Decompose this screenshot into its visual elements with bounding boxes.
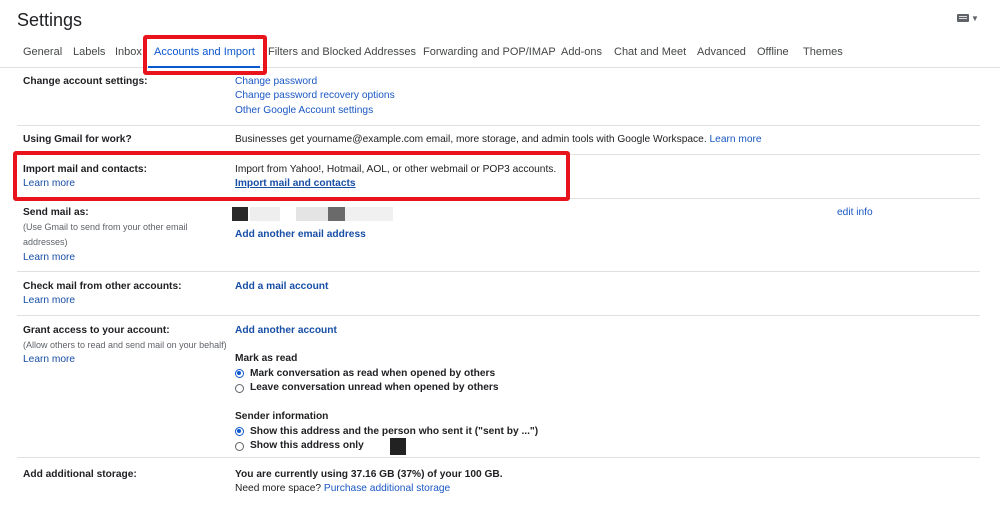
leave-unread-radio[interactable] bbox=[235, 384, 244, 393]
tab-chat-and-meet[interactable]: Chat and Meet bbox=[614, 46, 686, 58]
send-as-subtext-1: (Use Gmail to send from your other email bbox=[23, 222, 188, 232]
redacted-name bbox=[250, 207, 280, 221]
divider bbox=[17, 125, 980, 126]
show-sent-by-radio[interactable] bbox=[235, 427, 244, 436]
storage-label: Add additional storage: bbox=[23, 469, 137, 480]
tab-inbox[interactable]: Inbox bbox=[115, 46, 142, 58]
check-mail-learn-more-link[interactable]: Learn more bbox=[23, 295, 75, 306]
divider bbox=[17, 457, 980, 458]
storage-need-more: Need more space? Purchase additional sto… bbox=[235, 483, 450, 494]
change-recovery-link[interactable]: Change password recovery options bbox=[235, 90, 395, 101]
keyboard-icon[interactable] bbox=[957, 14, 969, 22]
sender-info-heading: Sender information bbox=[235, 411, 329, 422]
redacted-address bbox=[390, 438, 406, 455]
tab-general[interactable]: General bbox=[23, 46, 62, 58]
divider bbox=[17, 271, 980, 272]
send-as-label: Send mail as: bbox=[23, 207, 89, 218]
change-account-label: Change account settings: bbox=[23, 76, 148, 87]
check-mail-label: Check mail from other accounts: bbox=[23, 281, 182, 292]
highlight-box-import bbox=[13, 151, 570, 201]
redacted-email bbox=[345, 207, 393, 221]
tab-advanced[interactable]: Advanced bbox=[697, 46, 746, 58]
redacted-email bbox=[328, 207, 345, 221]
show-address-only-option-label: Show this address only bbox=[250, 440, 364, 451]
grant-access-label: Grant access to your account: bbox=[23, 325, 170, 336]
redacted-avatar bbox=[232, 207, 248, 221]
tab-offline[interactable]: Offline bbox=[757, 46, 789, 58]
tab-labels[interactable]: Labels bbox=[73, 46, 105, 58]
chevron-down-icon[interactable]: ▼ bbox=[971, 14, 979, 23]
mark-as-read-heading: Mark as read bbox=[235, 353, 298, 364]
grant-access-subtext: (Allow others to read and send mail on y… bbox=[23, 340, 227, 350]
need-more-space-text: Need more space? bbox=[235, 483, 322, 494]
mark-read-option-label: Mark conversation as read when opened by… bbox=[250, 368, 496, 379]
storage-usage-text: You are currently using 37.16 GB (37%) o… bbox=[235, 469, 503, 480]
tab-add-ons[interactable]: Add-ons bbox=[561, 46, 602, 58]
divider bbox=[17, 315, 980, 316]
work-description: Businesses get yourname@example.com emai… bbox=[235, 134, 707, 145]
page-title: Settings bbox=[17, 10, 83, 30]
add-email-address-link[interactable]: Add another email address bbox=[235, 229, 366, 240]
show-sent-by-option-label: Show this address and the person who sen… bbox=[250, 426, 539, 437]
add-mail-account-link[interactable]: Add a mail account bbox=[235, 281, 328, 292]
leave-unread-option-label: Leave conversation unread when opened by… bbox=[250, 382, 499, 393]
change-password-link[interactable]: Change password bbox=[235, 76, 317, 87]
google-account-settings-link[interactable]: Other Google Account settings bbox=[235, 105, 373, 116]
edit-info-link[interactable]: edit info bbox=[837, 207, 873, 218]
work-text: Businesses get yourname@example.com emai… bbox=[235, 134, 762, 145]
tab-themes[interactable]: Themes bbox=[803, 46, 843, 58]
send-as-subtext-2: addresses) bbox=[23, 237, 68, 247]
mark-read-radio[interactable] bbox=[235, 369, 244, 378]
redacted-email bbox=[296, 207, 328, 221]
send-as-learn-more-link[interactable]: Learn more bbox=[23, 252, 75, 263]
show-address-only-radio[interactable] bbox=[235, 442, 244, 451]
work-label: Using Gmail for work? bbox=[23, 134, 132, 145]
tab-filters[interactable]: Filters and Blocked Addresses bbox=[268, 46, 416, 58]
work-learn-more-link[interactable]: Learn more bbox=[710, 134, 762, 145]
add-another-account-link[interactable]: Add another account bbox=[235, 325, 337, 336]
highlight-box-tab bbox=[143, 35, 267, 75]
purchase-storage-link[interactable]: Purchase additional storage bbox=[324, 483, 450, 494]
tab-forwarding[interactable]: Forwarding and POP/IMAP bbox=[423, 46, 556, 58]
grant-learn-more-link[interactable]: Learn more bbox=[23, 354, 75, 365]
